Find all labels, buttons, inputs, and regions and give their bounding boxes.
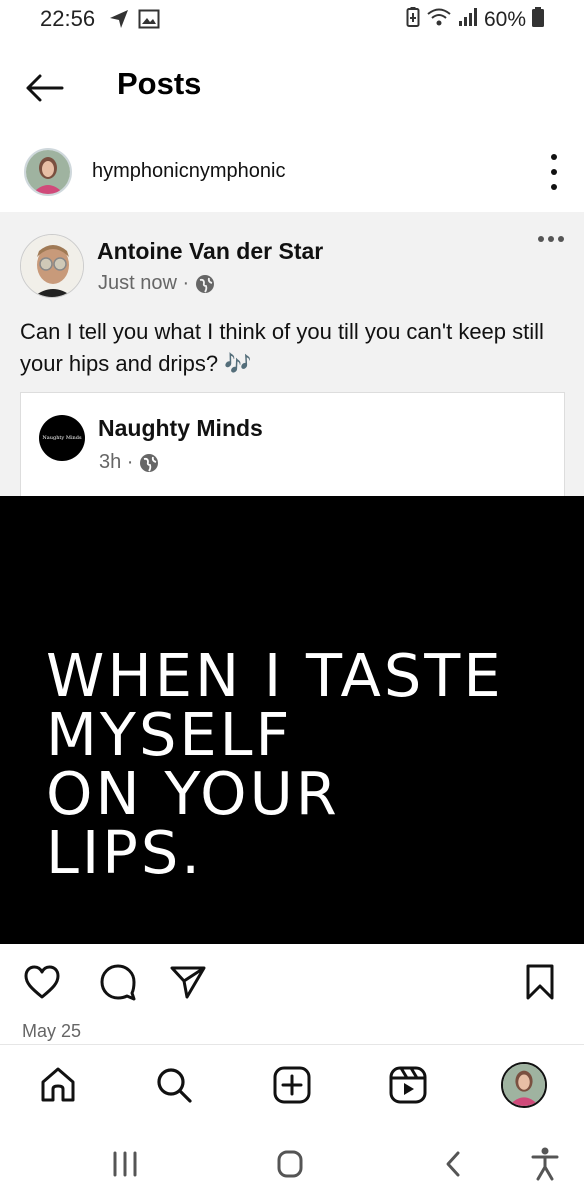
gallery-icon [138,9,160,34]
image-quote-text: WHEN I TASTE MYSELF ON YOUR LIPS. [46,641,504,887]
globe-icon [196,274,215,293]
nav-home[interactable] [34,1061,82,1109]
nav-search[interactable] [150,1061,198,1109]
shared-page-name: Naughty Minds [98,415,263,441]
navigation-icon [108,8,130,35]
post-image[interactable]: WHEN I TASTE MYSELF ON YOUR LIPS. [0,496,584,944]
post-header: hymphonicnymphonic [0,140,584,206]
wifi-icon [426,6,452,34]
system-navigation [0,1124,584,1200]
profile-avatar [501,1062,547,1108]
page-title: Posts [117,66,202,101]
vertical-dots-icon [551,154,557,160]
battery-text: 60% [483,8,526,31]
more-options-button[interactable] [546,154,562,190]
back-icon [446,1151,460,1177]
share-icon [170,966,206,999]
globe-icon [140,453,159,472]
status-bar: 22:56 60% [0,0,584,42]
embedded-post-text: Can I tell you what I think of you till … [20,319,544,376]
battery-icon [532,6,544,34]
home-icon [41,1067,75,1102]
embedded-author-name: Antoine Van der Star [97,238,324,264]
status-right: 60% [406,6,544,34]
embedded-post-card: Antoine Van der Star Just now · Can I te… [0,212,584,496]
recents-button[interactable] [100,1146,150,1182]
save-button[interactable] [520,962,560,1002]
back-button[interactable] [22,70,66,106]
accessibility-icon [531,1147,559,1181]
like-button[interactable] [22,962,62,1002]
embedded-post-time: Just now · [98,272,215,295]
reels-icon [389,1066,427,1104]
save-icon [526,964,554,1000]
embedded-more-icon [538,236,564,242]
post-date: May 25 [22,1021,82,1041]
shared-page-avatar: Naughty Minds [39,415,85,461]
nav-reels[interactable] [384,1061,432,1109]
comment-button[interactable] [98,962,138,1002]
status-left-icons [108,8,160,35]
home-button-icon [277,1150,303,1178]
nav-profile[interactable] [500,1061,548,1109]
search-icon [157,1068,192,1103]
app-header: Posts [0,56,584,116]
back-arrow-icon [26,74,64,102]
share-button[interactable] [168,962,208,1002]
like-icon [24,965,60,999]
status-time: 22:56 [40,6,96,31]
signal-icon [458,6,478,34]
back-system-button[interactable] [428,1146,478,1182]
create-icon [273,1066,311,1104]
author-avatar[interactable] [24,148,72,196]
comment-icon [100,964,136,1001]
recents-icon [113,1151,137,1177]
shared-post-card: Naughty Minds Naughty Minds 3h · [20,392,565,496]
action-bar [0,956,584,1006]
nav-create[interactable] [268,1061,316,1109]
bottom-navigation [0,1044,584,1124]
embedded-author-avatar [20,234,84,298]
accessibility-button[interactable] [520,1146,570,1182]
home-system-button[interactable] [265,1146,315,1182]
shared-post-time: 3h · [99,451,159,474]
author-username[interactable]: hymphonicnymphonic [92,160,285,183]
battery-saver-icon [406,6,420,34]
